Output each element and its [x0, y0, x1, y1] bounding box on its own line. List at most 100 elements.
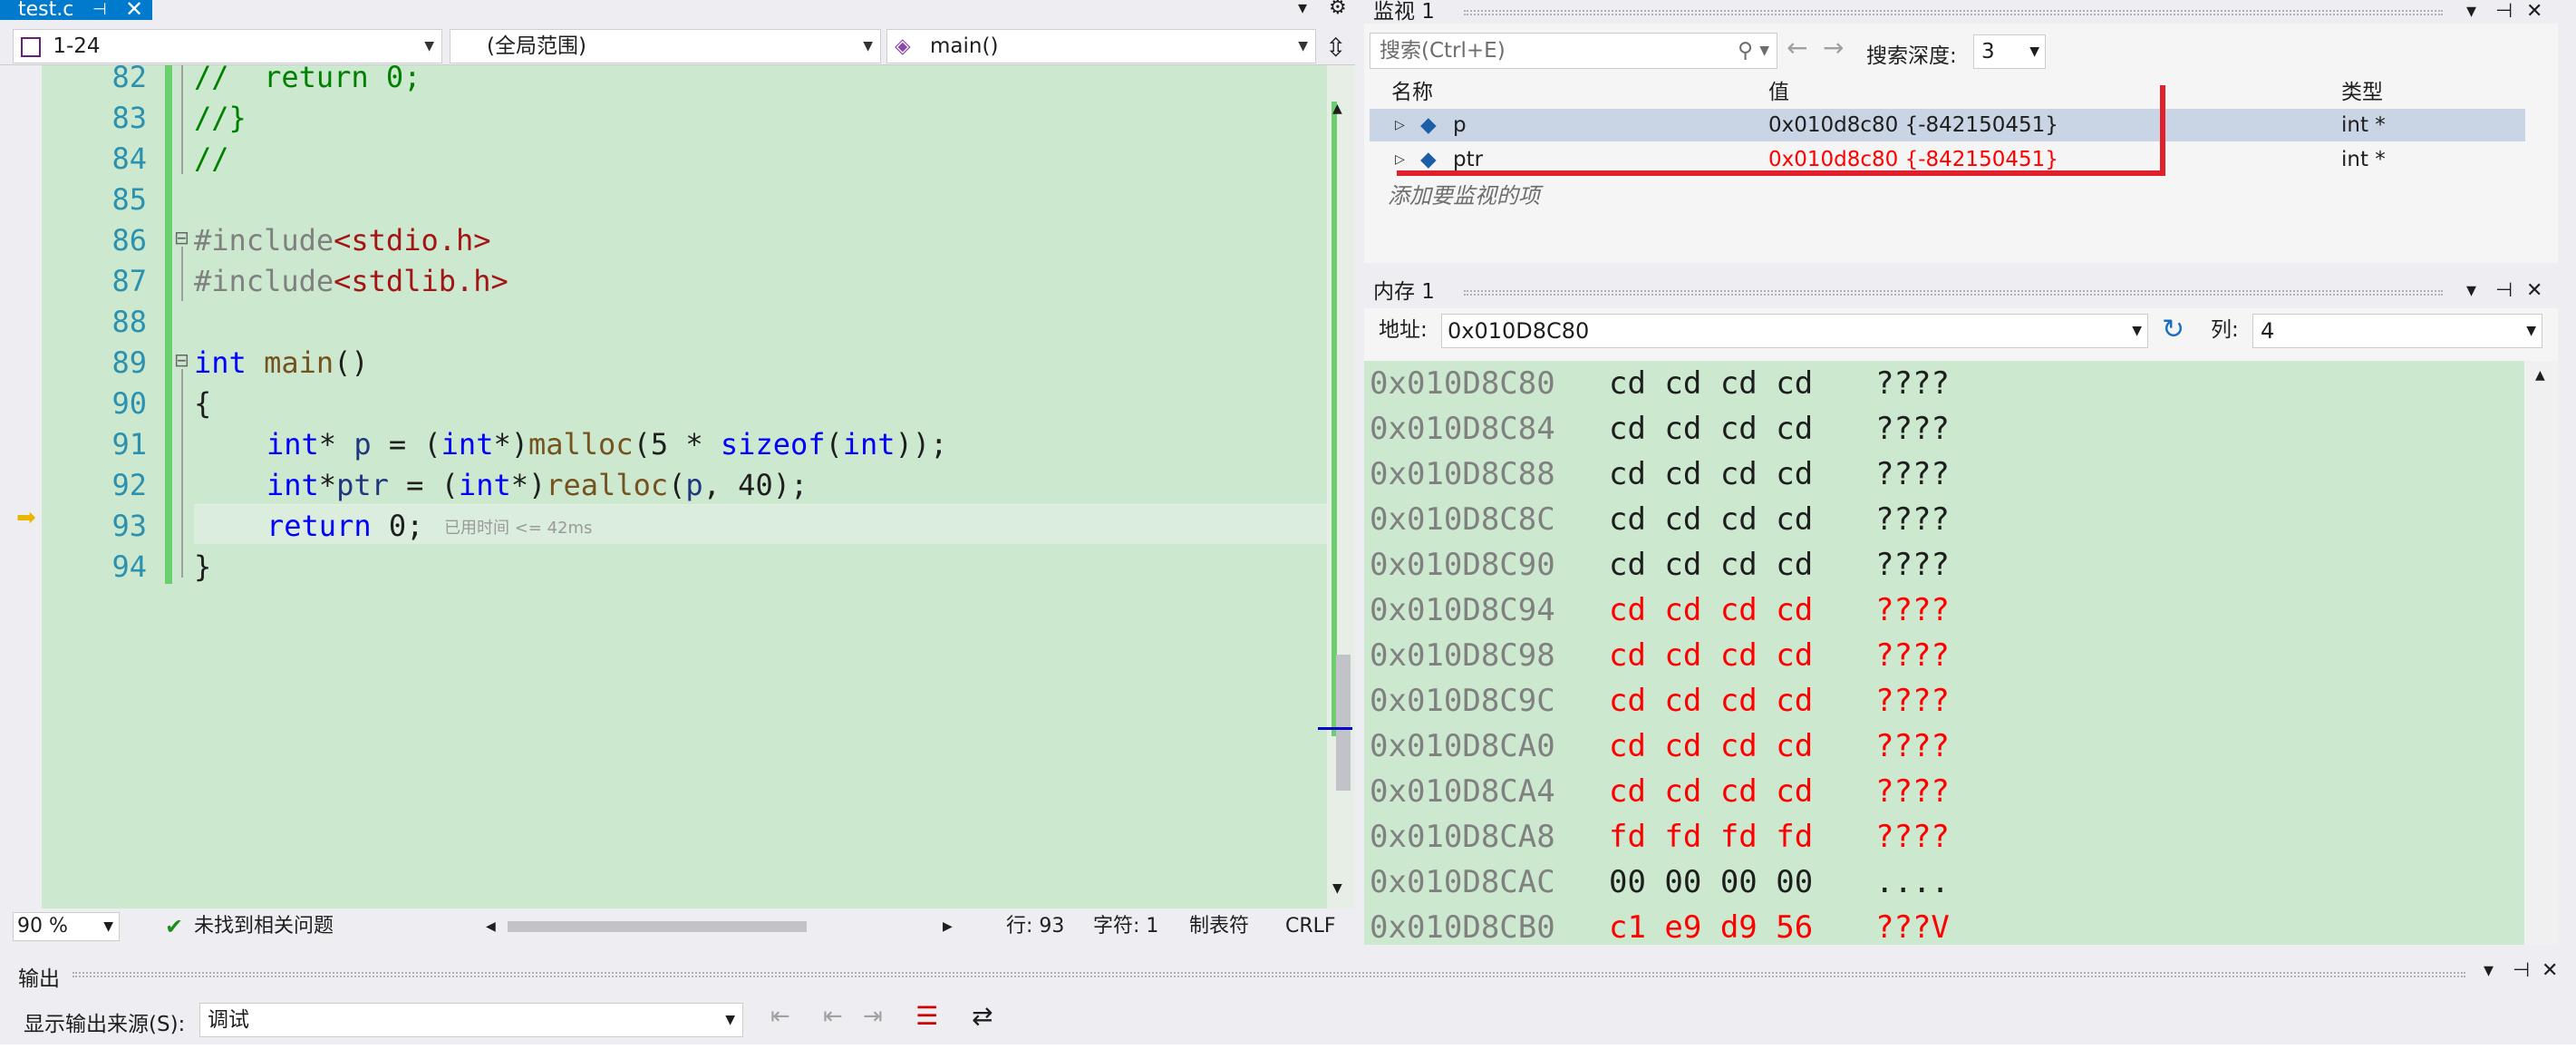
memory-bytes[interactable]: 00 00 00 00 — [1609, 860, 1813, 905]
forward-arrow-icon[interactable]: → — [1823, 33, 1844, 63]
output-text-area[interactable] — [0, 1044, 2576, 1059]
memory-ascii[interactable]: ???? — [1875, 633, 1950, 678]
memory-row: 0x010D8CA4 cd cd cd cd???? — [1370, 769, 1950, 814]
line-number: 88 — [111, 305, 147, 339]
memory-bytes[interactable]: cd cd cd cd — [1609, 678, 1813, 724]
close-icon[interactable]: ✕ — [2526, 0, 2542, 23]
memory-address: 0x010D8C94 — [1370, 592, 1555, 628]
chevron-down-icon[interactable]: ▾ — [2466, 0, 2476, 23]
chevron-down-icon[interactable]: ▾ — [1298, 0, 1307, 18]
title-grip — [73, 972, 2465, 977]
watch-search-input[interactable]: 搜索(Ctrl+E) ⚲ ▼ — [1370, 33, 1777, 69]
memory-row: 0x010D8CA0 cd cd cd cd???? — [1370, 724, 1950, 769]
code-line: // — [194, 141, 229, 176]
pin-icon[interactable]: ⊣ — [92, 0, 107, 20]
memory-ascii[interactable]: ???? — [1875, 542, 1950, 588]
back-arrow-icon[interactable]: ← — [1787, 33, 1807, 63]
memory-bytes[interactable]: cd cd cd cd — [1609, 497, 1813, 542]
line-indicator[interactable]: 行: 93 — [1006, 908, 1064, 945]
indent-mode[interactable]: 制表符 — [1189, 908, 1249, 945]
code-line: int main() — [194, 345, 369, 380]
memory-view[interactable]: 0x010D8C80 cd cd cd cd???? 0x010D8C84 cd cd… — [1364, 361, 2524, 946]
close-icon[interactable]: ✕ — [2526, 279, 2542, 302]
word-wrap-icon[interactable]: ⇄ — [972, 1001, 993, 1031]
column-indicator[interactable]: 字符: 1 — [1093, 908, 1158, 945]
memory-address: 0x010D8CA8 — [1370, 819, 1555, 855]
close-icon[interactable]: ✕ — [2542, 959, 2558, 982]
watch-row-p[interactable]: ▷ ◆ p 0x010d8c80 {-842150451} int * — [1370, 109, 2525, 141]
line-ending[interactable]: CRLF — [1285, 908, 1336, 945]
address-input[interactable]: 0x010D8C80 ▼ — [1441, 314, 2148, 348]
memory-bytes[interactable]: cd cd cd cd — [1609, 724, 1813, 769]
pin-icon[interactable]: ⊣ — [2495, 0, 2513, 23]
memory-bytes[interactable]: c1 e9 d9 56 — [1609, 905, 1813, 950]
type-column-header[interactable]: 类型 — [2341, 78, 2383, 107]
output-source-dropdown[interactable]: 调试 ▼ — [199, 1003, 743, 1037]
scroll-up-icon[interactable]: ▲ — [1332, 102, 1342, 116]
memory-scrollbar[interactable]: ▲ — [2524, 361, 2558, 945]
memory-ascii[interactable]: ???? — [1875, 769, 1950, 814]
line-number: 91 — [111, 427, 147, 461]
perf-tip[interactable]: 已用时间 <= 42ms — [444, 515, 592, 539]
function-value: main() — [930, 34, 999, 58]
columns-dropdown[interactable]: 4 ▼ — [2252, 314, 2542, 348]
close-icon[interactable]: ✕ — [125, 0, 143, 20]
memory-bytes[interactable]: cd cd cd cd — [1609, 361, 1813, 406]
memory-ascii[interactable]: .... — [1875, 860, 1950, 905]
memory-ascii[interactable]: ???? — [1875, 497, 1950, 542]
memory-ascii[interactable]: ???? — [1875, 814, 1950, 860]
search-placeholder: 搜索(Ctrl+E) — [1380, 39, 1506, 63]
scrollbar-thumb[interactable] — [1336, 655, 1351, 791]
collapse-icon[interactable]: ⊟ — [174, 227, 189, 248]
search-depth-dropdown[interactable]: 3 ▼ — [1973, 34, 2046, 69]
memory-ascii[interactable]: ???? — [1875, 452, 1950, 497]
memory-bytes[interactable]: fd fd fd fd — [1609, 814, 1813, 860]
memory-bytes[interactable]: cd cd cd cd — [1609, 542, 1813, 588]
name-column-header[interactable]: 名称 — [1391, 78, 1433, 107]
line-number: 82 — [111, 60, 147, 94]
find-message-icon[interactable]: ⇤ — [770, 1003, 790, 1030]
issues-status[interactable]: 未找到相关问题 — [194, 908, 334, 945]
chevron-down-icon: ▼ — [2029, 44, 2039, 59]
memory-bytes[interactable]: cd cd cd cd — [1609, 452, 1813, 497]
memory-ascii[interactable]: ???? — [1875, 361, 1950, 406]
gear-icon[interactable]: ⚙ — [1329, 0, 1347, 19]
memory-ascii[interactable]: ???? — [1875, 678, 1950, 724]
clear-all-icon[interactable]: ☰ — [915, 1001, 938, 1031]
pin-icon[interactable]: ⊣ — [2513, 959, 2530, 982]
chevron-down-icon: ▼ — [725, 1013, 735, 1027]
fold-guide — [181, 247, 183, 301]
memory-ascii[interactable]: ???V — [1875, 905, 1950, 950]
memory-ascii[interactable]: ???? — [1875, 406, 1950, 452]
split-window-icon[interactable]: ⇳ — [1325, 33, 1346, 63]
memory-ascii[interactable]: ???? — [1875, 724, 1950, 769]
previous-message-icon[interactable]: ⇤ — [823, 1003, 843, 1030]
scroll-left-icon[interactable]: ◀ — [486, 908, 496, 945]
memory-bytes[interactable]: cd cd cd cd — [1609, 588, 1813, 633]
function-dropdown[interactable]: ◈ main() ▼ — [886, 29, 1316, 63]
zoom-dropdown[interactable]: 90 % ▼ — [13, 912, 120, 941]
code-line: #include<stdio.h> — [194, 223, 491, 257]
add-watch-item[interactable]: 添加要监视的项 — [1388, 178, 1540, 209]
collapse-icon[interactable]: ⊟ — [174, 349, 189, 371]
refresh-icon[interactable]: ↻ — [2162, 308, 2184, 352]
horizontal-scrollbar-thumb[interactable] — [508, 921, 807, 932]
value-column-header[interactable]: 值 — [1768, 78, 1789, 107]
memory-bytes[interactable]: cd cd cd cd — [1609, 406, 1813, 452]
pin-icon[interactable]: ⊣ — [2495, 279, 2513, 302]
chevron-down-icon[interactable]: ▾ — [2466, 279, 2476, 302]
memory-bytes[interactable]: cd cd cd cd — [1609, 769, 1813, 814]
title-grip — [1464, 290, 2443, 296]
output-source-label: 显示输出来源(S): — [24, 1013, 186, 1036]
scroll-right-icon[interactable]: ▶ — [943, 908, 953, 945]
scroll-up-icon[interactable]: ▲ — [2535, 368, 2545, 383]
next-message-icon[interactable]: ⇥ — [863, 1003, 883, 1030]
memory-bytes[interactable]: cd cd cd cd — [1609, 633, 1813, 678]
code-editor[interactable]: ➡ 82 83 84 85 86 87 88 89 90 91 92 93 94… — [13, 60, 1355, 908]
chevron-down-icon[interactable]: ▾ — [2484, 959, 2494, 982]
expand-icon[interactable]: ▷ — [1395, 109, 1405, 141]
scroll-down-icon[interactable]: ▼ — [1332, 881, 1342, 896]
scope-dropdown[interactable]: (全局范围) ▼ — [450, 29, 881, 63]
memory-ascii[interactable]: ???? — [1875, 588, 1950, 633]
tab-test-c[interactable]: test.c ⊣ ✕ — [0, 0, 152, 20]
